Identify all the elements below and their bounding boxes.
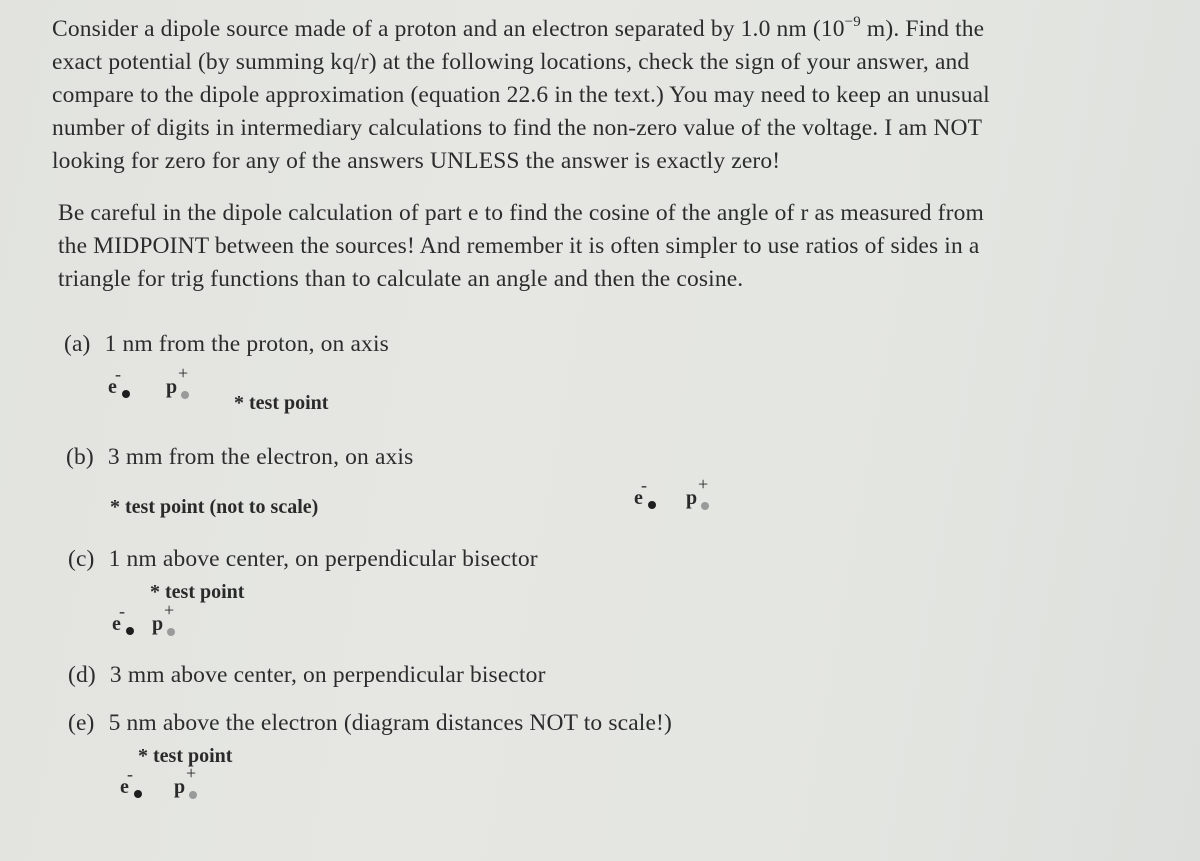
electron-dot-icon [134, 790, 142, 798]
part-text: 3 mm from the electron, on axis [107, 444, 414, 470]
proton-symbol: p [152, 613, 164, 635]
proton-dot-icon [701, 502, 709, 510]
intro-line-2: exact potential (by summing kq/r) at the… [52, 49, 970, 75]
part-text: 5 nm above the electron (diagram distanc… [108, 710, 673, 736]
minus-sign: - [115, 364, 121, 384]
part-label: (a) [64, 331, 91, 357]
part-text: 1 nm from the proton, on axis [104, 331, 389, 357]
part-text: 3 mm above center, on perpendicular bise… [109, 662, 546, 688]
plus-sign: + [178, 363, 189, 383]
part-label: (c) [68, 546, 95, 572]
plus-sign: + [698, 474, 709, 494]
intro-line-4: number of digits in intermediary calcula… [52, 115, 983, 141]
note-paragraph: Be careful in the dipole calculation of … [58, 197, 984, 296]
intro-line-1-text: Consider a dipole source made of a proto… [52, 16, 845, 42]
intro-line-5: looking for zero for any of the answers … [52, 148, 781, 174]
part-d: (d) 3 mm above center, on perpendicular … [68, 662, 546, 689]
note-line-2: the MIDPOINT between the sources! And re… [58, 233, 980, 259]
part-label: (b) [66, 444, 94, 470]
minus-sign: - [641, 475, 647, 495]
part-e: (e) 5 nm above the electron (diagram dis… [68, 710, 672, 737]
electron-dot-icon [122, 390, 130, 398]
minus-sign: - [119, 601, 125, 621]
part-label: (d) [68, 662, 96, 688]
note-line-1: Be careful in the dipole calculation of … [58, 200, 984, 226]
part-a: (a) 1 nm from the proton, on axis [64, 331, 389, 358]
part-b: (b) 3 mm from the electron, on axis [66, 444, 413, 471]
test-point-label: * test point (not to scale) [110, 496, 319, 518]
electron-dot-icon [648, 501, 656, 509]
plus-sign: + [164, 600, 175, 620]
intro-line-1-tail: m). Find the [860, 16, 985, 42]
proton-symbol: p [166, 376, 178, 398]
proton-symbol: p [174, 776, 186, 798]
part-text: 1 nm above center, on perpendicular bise… [108, 546, 538, 572]
proton-symbol: p [686, 487, 698, 509]
intro-paragraph: Consider a dipole source made of a proto… [52, 13, 990, 178]
intro-line-1: Consider a dipole source made of a proto… [52, 13, 990, 46]
plus-sign: + [186, 763, 197, 783]
note-line-3: triangle for trig functions than to calc… [58, 266, 744, 292]
exponent: −9 [844, 14, 861, 31]
part-c: (c) 1 nm above center, on perpendicular … [68, 546, 538, 573]
proton-dot-icon [189, 791, 197, 799]
part-label: (e) [68, 710, 95, 736]
minus-sign: - [127, 764, 133, 784]
test-point-label: * test point [234, 392, 329, 414]
proton-dot-icon [181, 391, 189, 399]
electron-dot-icon [126, 627, 134, 635]
intro-line-3: compare to the dipole approximation (equ… [52, 82, 990, 108]
proton-dot-icon [167, 628, 175, 636]
